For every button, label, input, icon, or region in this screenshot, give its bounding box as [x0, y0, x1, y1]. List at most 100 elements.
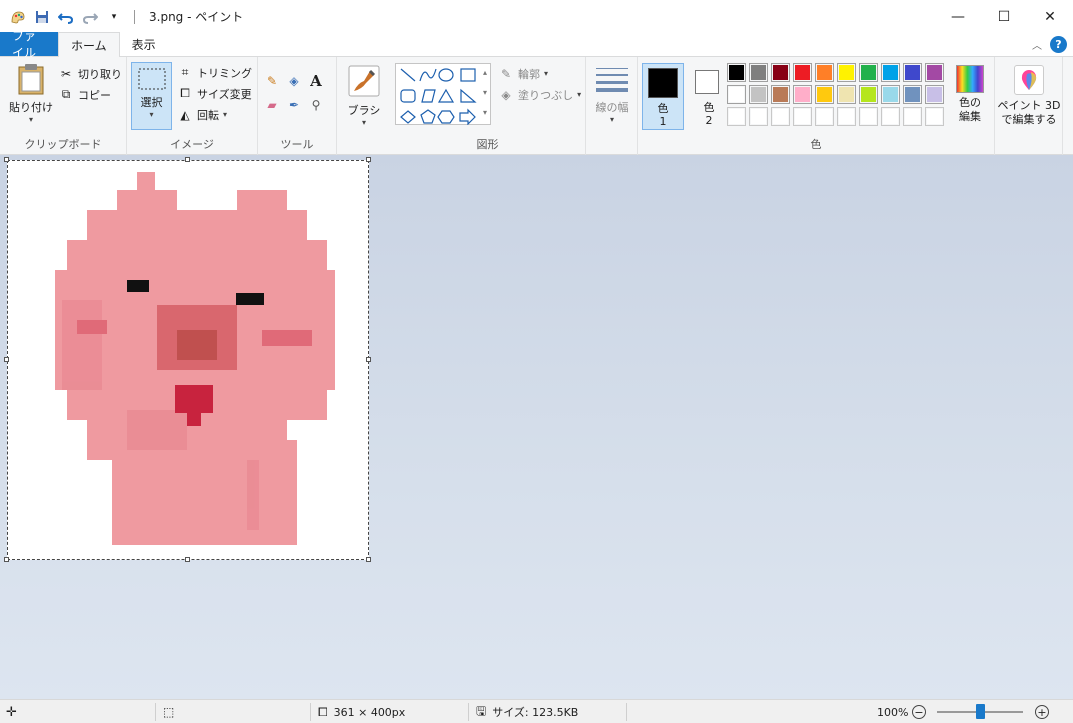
palette-swatch[interactable]: [771, 85, 790, 104]
copy-button[interactable]: ⧉ コピー: [58, 84, 122, 105]
palette-swatch-color: [883, 87, 898, 102]
palette-swatch-color: [839, 87, 854, 102]
minimize-button[interactable]: —: [935, 0, 981, 33]
image-dimensions-text: 361 × 400px: [333, 705, 406, 719]
customize-quick-access-icon[interactable]: ▾: [106, 9, 122, 25]
color2-button[interactable]: 色 2: [688, 63, 730, 130]
canvas-workspace[interactable]: [0, 155, 1073, 699]
cut-button[interactable]: ✂ 切り取り: [58, 63, 122, 84]
palette-swatch[interactable]: [749, 63, 768, 82]
palette-swatch[interactable]: [881, 107, 900, 126]
line-width-icon: [596, 65, 628, 96]
palette-swatch[interactable]: [881, 63, 900, 82]
palette-swatch[interactable]: [903, 85, 922, 104]
resize-handle-top-left[interactable]: [4, 157, 9, 162]
color1-button[interactable]: 色 1: [642, 63, 684, 130]
palette-swatch[interactable]: [903, 107, 922, 126]
palette-swatch[interactable]: [837, 63, 856, 82]
palette-swatch[interactable]: [925, 63, 944, 82]
paste-button[interactable]: 貼り付け ▾: [8, 63, 54, 124]
copy-label: コピー: [78, 88, 111, 102]
palette-swatch[interactable]: [837, 107, 856, 126]
edit-colors-label-2: 編集: [959, 110, 981, 123]
color1-swatch: [648, 68, 678, 98]
resize-handle-bottom-left[interactable]: [4, 557, 9, 562]
edit-with-paint3d-button[interactable]: ペイント 3D で編集する: [997, 65, 1061, 127]
outline-button[interactable]: ✎ 輪郭 ▾: [498, 63, 581, 84]
select-dropdown-icon: ▾: [149, 110, 154, 119]
palette-swatch[interactable]: [727, 85, 746, 104]
shapes-gallery[interactable]: [395, 63, 491, 125]
crop-button[interactable]: ⌗ トリミング: [177, 62, 252, 83]
resize-handle-left[interactable]: [4, 357, 9, 362]
palette-swatch[interactable]: [793, 85, 812, 104]
shapes-scroll[interactable]: ▴ ▾ ▾: [480, 63, 490, 123]
palette-swatch[interactable]: [771, 107, 790, 126]
palette-swatch[interactable]: [815, 63, 834, 82]
palette-swatch[interactable]: [727, 107, 746, 126]
file-size: 🖫 サイズ: 123.5KB: [476, 700, 578, 723]
resize-button[interactable]: ⧠ サイズ変更: [177, 83, 252, 104]
color1-label: 色: [657, 102, 669, 115]
text-icon[interactable]: A: [308, 72, 324, 90]
palette-swatch[interactable]: [815, 107, 834, 126]
clipboard-group-label: クリップボード: [24, 138, 102, 151]
color1-number: 1: [659, 115, 667, 128]
selection-rectangle-icon: [137, 67, 167, 94]
resize-handle-bottom[interactable]: [185, 557, 190, 562]
palette-swatch[interactable]: [859, 85, 878, 104]
zoom-in-button[interactable]: +: [1035, 705, 1049, 719]
save-icon[interactable]: [34, 9, 50, 25]
help-icon[interactable]: ?: [1050, 36, 1067, 53]
status-divider: [155, 703, 156, 721]
palette-swatch[interactable]: [859, 63, 878, 82]
resize-handle-bottom-right[interactable]: [366, 557, 371, 562]
color-picker-icon[interactable]: ✒: [286, 97, 302, 113]
zoom-out-button[interactable]: −: [912, 705, 926, 719]
redo-icon[interactable]: [82, 9, 98, 25]
pencil-icon[interactable]: ✎: [264, 73, 280, 89]
palette-swatch[interactable]: [925, 85, 944, 104]
brush-icon: [348, 65, 380, 100]
disk-icon: 🖫: [476, 703, 487, 718]
rotate-button[interactable]: ◭ 回転 ▾: [177, 104, 252, 125]
palette-swatch[interactable]: [793, 63, 812, 82]
size-group: 線の幅 ▾: [586, 57, 638, 155]
size-button[interactable]: 線の幅 ▾: [592, 65, 632, 124]
edit-colors-button[interactable]: 色の 編集: [950, 65, 990, 124]
close-button[interactable]: ✕: [1027, 0, 1073, 33]
palette-swatch[interactable]: [771, 63, 790, 82]
collapse-ribbon-icon[interactable]: ︿: [1032, 37, 1042, 52]
resize-handle-top[interactable]: [185, 157, 190, 162]
outline-dropdown-icon: ▾: [544, 69, 549, 78]
palette-swatch[interactable]: [837, 85, 856, 104]
palette-swatch[interactable]: [859, 107, 878, 126]
resize-handle-right[interactable]: [366, 357, 371, 362]
undo-icon[interactable]: [58, 9, 74, 25]
eraser-icon[interactable]: ▰: [264, 97, 280, 113]
tab-view[interactable]: 表示: [120, 32, 168, 56]
tab-file[interactable]: ファイル: [0, 29, 58, 60]
color2-label: 色: [703, 101, 715, 114]
palette-swatch[interactable]: [925, 107, 944, 126]
rotate-dropdown-icon: ▾: [223, 110, 228, 119]
palette-swatch[interactable]: [793, 107, 812, 126]
magnifier-icon[interactable]: ⚲: [308, 97, 324, 113]
tab-home[interactable]: ホーム: [58, 32, 120, 57]
paint-app-icon[interactable]: [10, 9, 26, 25]
fill-button[interactable]: ◈ 塗りつぶし ▾: [498, 84, 581, 105]
palette-swatch[interactable]: [815, 85, 834, 104]
zoom-slider-thumb[interactable]: [976, 704, 985, 719]
fill-bucket-icon[interactable]: ◈: [286, 73, 302, 89]
resize-handle-top-right[interactable]: [366, 157, 371, 162]
select-button[interactable]: 選択 ▾: [131, 62, 172, 130]
palette-swatch[interactable]: [903, 63, 922, 82]
maximize-button[interactable]: ☐: [981, 0, 1027, 33]
status-divider: [310, 703, 311, 721]
palette-swatch[interactable]: [727, 63, 746, 82]
palette-swatch[interactable]: [881, 85, 900, 104]
crosshair-icon: ✛: [6, 704, 17, 720]
palette-swatch[interactable]: [749, 85, 768, 104]
palette-swatch[interactable]: [749, 107, 768, 126]
brushes-button[interactable]: ブラシ ▾: [345, 65, 383, 127]
